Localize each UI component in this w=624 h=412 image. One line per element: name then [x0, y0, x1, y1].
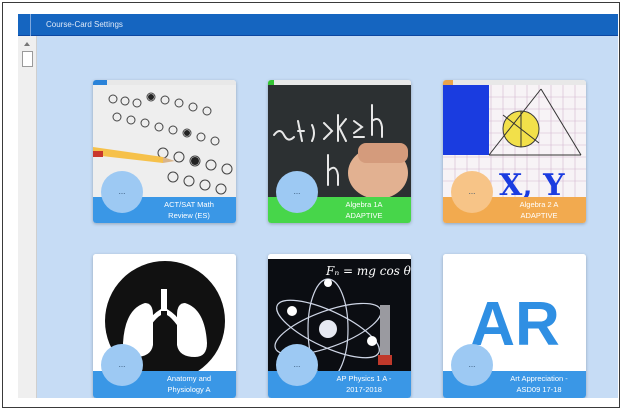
scroll-up-icon[interactable]	[24, 42, 30, 46]
title-bar: Course-Card Settings	[18, 14, 618, 36]
course-card-algebra-1a[interactable]: Algebra 1A ADAPTIVE ...	[268, 80, 411, 223]
course-card-grid: ACT/SAT Math Review (ES) ... Algebra 1A …	[18, 36, 618, 398]
course-title[interactable]: Art Appreciation - ASD09 17-18	[495, 373, 583, 395]
course-card-algebra-2a[interactable]: X, Y Algebra 2 A ADAPTIVE ...	[443, 80, 586, 223]
title-bar-separator	[30, 14, 31, 36]
course-card-act-sat-math[interactable]: ACT/SAT Math Review (ES) ...	[93, 80, 236, 223]
course-title[interactable]: ACT/SAT Math Review (ES)	[145, 199, 233, 221]
course-avatar[interactable]: ...	[451, 171, 493, 213]
course-avatar[interactable]: ...	[101, 344, 143, 386]
scroll-thumb[interactable]	[22, 51, 33, 67]
course-title[interactable]: Algebra 2 A ADAPTIVE	[495, 199, 583, 221]
course-title[interactable]: Anatomy and Physiology A	[145, 373, 233, 395]
algebra-letters: X, Y	[499, 168, 565, 197]
vertical-scrollbar[interactable]	[18, 36, 37, 398]
course-title[interactable]: Algebra 1A ADAPTIVE	[320, 199, 408, 221]
course-avatar[interactable]: ...	[276, 171, 318, 213]
course-title[interactable]: AP Physics 1 A -2017-2018	[320, 373, 408, 395]
course-avatar[interactable]: ...	[276, 344, 318, 386]
course-avatar[interactable]: ...	[451, 344, 493, 386]
physics-formula: Fₙ = mg cos θ	[325, 264, 411, 278]
course-avatar[interactable]: ...	[101, 171, 143, 213]
course-card-ap-physics-1a[interactable]: Fₙ = mg cos θ AP Physics 1 A -2017-2018 …	[268, 254, 411, 398]
window-title: Course-Card Settings	[46, 20, 123, 29]
course-card-art-appreciation[interactable]: AR Art Appreciation - ASD09 17-18 ...	[443, 254, 586, 398]
course-card-anatomy-physiology-a[interactable]: Anatomy and Physiology A ...	[93, 254, 236, 398]
